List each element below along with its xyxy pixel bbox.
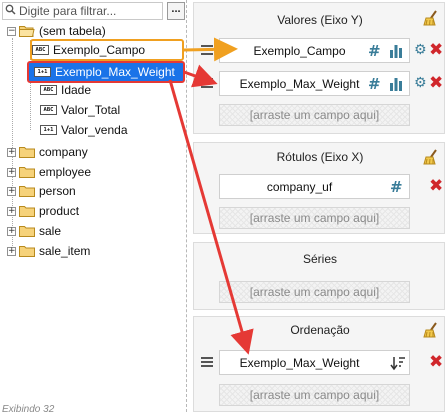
drag-handle-icon[interactable] (201, 357, 213, 368)
tree-field-idade[interactable]: ABC Idade (40, 81, 91, 99)
tree-field-label: Valor_venda (61, 123, 128, 137)
value-field-chip[interactable]: Exemplo_Max_Weight # (219, 71, 410, 96)
bar-chart-icon[interactable] (389, 44, 403, 58)
drop-zone[interactable]: [arraste um campo aqui] (219, 104, 410, 126)
expand-icon[interactable]: + (7, 246, 16, 256)
tree-field-valor-venda[interactable]: 1+1 Valor_venda (40, 121, 128, 139)
filter-field[interactable] (2, 2, 163, 20)
drop-zone[interactable]: [arraste um campo aqui] (219, 281, 410, 303)
filter-bar: ... (0, 0, 187, 22)
tree-field-valor-total[interactable]: ABC Valor_Total (40, 101, 120, 119)
highlight-exemplo-campo (30, 39, 184, 61)
tree-table-sale-item[interactable]: + sale_item (7, 242, 90, 260)
number-type-icon: 1+1 (40, 125, 57, 135)
folder-open-icon (19, 25, 35, 37)
field-name: Exemplo_Max_Weight (239, 76, 360, 91)
value-field-chip[interactable]: Exemplo_Campo # (219, 38, 410, 63)
section-ordering: Ordenação Exemplo_Max_Weight ✖ [arraste … (193, 316, 445, 412)
tree-node-sem-tabela[interactable]: − (sem tabela) (7, 22, 106, 40)
remove-field-icon[interactable]: ✖ (429, 73, 443, 93)
folder-icon (19, 166, 35, 178)
tree-table-company[interactable]: + company (7, 143, 88, 161)
sort-descending-icon[interactable] (390, 355, 406, 371)
drop-zone[interactable]: [arraste um campo aqui] (219, 384, 410, 406)
field-name: company_uf (266, 179, 333, 194)
number-format-icon[interactable]: # (368, 42, 381, 60)
collapse-icon[interactable]: − (7, 26, 16, 36)
expand-icon[interactable]: + (7, 186, 16, 196)
tree-table-person[interactable]: + person (7, 182, 76, 200)
remove-field-icon[interactable]: ✖ (429, 176, 443, 196)
clear-broom-icon[interactable] (422, 321, 440, 339)
section-values: Valores (Eixo Y) Exemplo_Campo # ⚙ ✖ Exe… (193, 2, 445, 134)
folder-icon (19, 146, 35, 158)
folder-icon (19, 185, 35, 197)
section-title: Ordenação (290, 323, 350, 337)
text-type-icon: ABC (40, 85, 57, 95)
folder-icon (19, 245, 35, 257)
order-field-chip[interactable]: Exemplo_Max_Weight (219, 350, 410, 375)
section-title: Séries (302, 252, 337, 266)
remove-field-icon[interactable]: ✖ (429, 352, 443, 372)
number-format-icon[interactable]: # (390, 178, 403, 196)
tree-table-label: sale_item (39, 244, 91, 258)
filter-input[interactable] (19, 4, 159, 18)
tree-field-label: Idade (61, 83, 92, 97)
search-icon (5, 4, 16, 18)
tree-table-sale[interactable]: + sale (7, 222, 61, 240)
tree-table-label: product (39, 204, 80, 218)
clear-broom-icon[interactable] (422, 148, 440, 166)
tree-table-product[interactable]: + product (7, 202, 79, 220)
value-field-row: Exemplo_Max_Weight # ⚙ ✖ (195, 71, 445, 97)
filter-menu-button[interactable]: ... (167, 2, 185, 20)
label-field-row: company_uf # ✖ (195, 174, 445, 200)
field-name: Exemplo_Campo (253, 43, 346, 58)
remove-field-icon[interactable]: ✖ (429, 40, 443, 60)
drag-handle-icon[interactable] (201, 78, 213, 89)
section-series: Séries [arraste um campo aqui] (193, 242, 445, 310)
tree-table-label: company (39, 145, 88, 159)
order-field-row: Exemplo_Max_Weight ✖ (195, 350, 445, 376)
label-field-chip[interactable]: company_uf # (219, 174, 410, 199)
expand-icon[interactable]: + (7, 147, 16, 157)
expand-icon[interactable]: + (7, 226, 16, 236)
field-name: Exemplo_Max_Weight (239, 355, 360, 370)
tree-node-label: (sem tabela) (39, 24, 106, 38)
field-tree-panel: ... − (sem tabela) ABC Exemplo_Campo 1+1… (0, 0, 187, 415)
drop-zone[interactable]: [arraste um campo aqui] (219, 207, 410, 229)
tree-table-label: sale (39, 224, 62, 238)
tree-table-employee[interactable]: + employee (7, 163, 91, 181)
number-format-icon[interactable]: # (368, 75, 381, 93)
tree-field-label: Valor_Total (61, 103, 121, 117)
section-labels: Rótulos (Eixo X) company_uf # ✖ [arraste… (193, 142, 445, 234)
expand-icon[interactable]: + (7, 167, 16, 177)
bar-chart-icon[interactable] (389, 77, 403, 91)
value-field-row: Exemplo_Campo # ⚙ ✖ (195, 38, 445, 64)
drag-handle-icon[interactable] (201, 45, 213, 56)
folder-icon (19, 205, 35, 217)
section-title: Valores (Eixo Y) (277, 13, 363, 27)
tree-table-label: person (39, 184, 76, 198)
status-count: Exibindo 32 (2, 404, 55, 415)
folder-icon (19, 225, 35, 237)
gear-icon[interactable]: ⚙ (414, 42, 427, 58)
text-type-icon: ABC (40, 105, 57, 115)
expand-icon[interactable]: + (7, 206, 16, 216)
gear-icon[interactable]: ⚙ (414, 75, 427, 91)
clear-broom-icon[interactable] (422, 9, 440, 27)
tree-table-label: employee (39, 165, 92, 179)
highlight-exemplo-max-weight (27, 61, 185, 83)
section-title: Rótulos (Eixo X) (276, 150, 364, 164)
